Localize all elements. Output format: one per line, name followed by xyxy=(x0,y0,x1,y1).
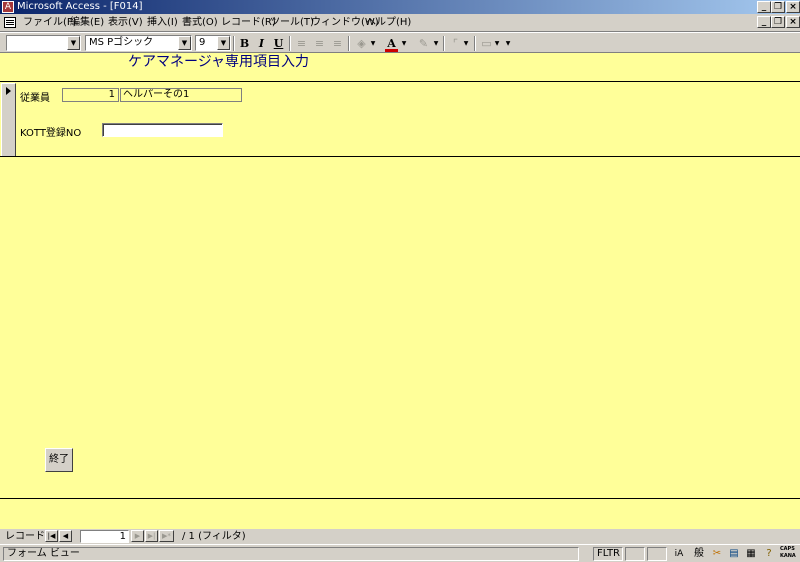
current-record-icon xyxy=(6,87,11,95)
chevron-down-icon[interactable]: ▼ xyxy=(67,36,80,50)
ime-tool-icon[interactable]: ✂ xyxy=(710,547,724,561)
font-name-value: MS Pゴシック xyxy=(89,37,154,48)
form-title: ケアマネージャ専用項目入力 xyxy=(128,54,310,70)
line-color-icon[interactable]: ✎ xyxy=(415,36,432,51)
menu-bar: ファイル(F) 編集(E) 表示(V) 挿入(I) 書式(O) レコード(R) … xyxy=(0,14,800,32)
doc-close-button[interactable]: × xyxy=(786,16,800,28)
chevron-down-icon[interactable]: ▼ xyxy=(369,36,377,51)
toolbar-separator xyxy=(289,36,291,51)
menu-help[interactable]: ヘルプ(H) xyxy=(366,16,411,30)
status-bar: フォーム ビュー FLTR ⅰA 般 ✂ ▤ ▦ ? CAPS KANA xyxy=(0,544,800,562)
ime-toggle-icon[interactable]: ⅰA xyxy=(672,547,686,561)
toolbar-separator xyxy=(443,36,445,51)
align-right-icon[interactable]: ≡ xyxy=(329,36,346,51)
employee-label: 従業員 xyxy=(20,93,50,104)
chevron-down-icon[interactable]: ▼ xyxy=(462,36,470,51)
next-record-button[interactable]: ▶ xyxy=(131,530,144,542)
align-left-icon[interactable]: ≡ xyxy=(293,36,310,51)
font-name-select[interactable]: MS Pゴシック ▼ xyxy=(85,35,192,51)
record-count-text: / 1 (フィルタ) xyxy=(182,531,246,542)
footer-divider xyxy=(0,498,800,499)
header-divider xyxy=(0,81,800,82)
chevron-down-icon[interactable]: ▼ xyxy=(217,36,230,50)
kott-label: KOTT登録NO xyxy=(20,128,82,139)
ime-mode-indicator[interactable]: 般 xyxy=(692,547,706,561)
status-panel-empty xyxy=(625,547,645,561)
menu-format[interactable]: 書式(O) xyxy=(182,16,218,30)
chevron-down-icon[interactable]: ▼ xyxy=(178,36,191,50)
record-nav-label: レコード: xyxy=(5,531,49,542)
kana-indicator: KANA xyxy=(780,553,796,559)
menu-insert[interactable]: 挿入(I) xyxy=(147,16,178,30)
filter-indicator: FLTR xyxy=(593,547,623,561)
menu-file[interactable]: ファイル(F) xyxy=(23,16,77,30)
font-size-select[interactable]: 9 ▼ xyxy=(195,35,231,51)
detail-divider xyxy=(0,156,800,157)
chevron-down-icon[interactable]: ▼ xyxy=(493,36,501,51)
doc-minimize-button[interactable]: _ xyxy=(757,16,771,28)
formatting-toolbar: ▼ MS Pゴシック ▼ 9 ▼ B I U ≡ ≡ ≡ ◈ ▼ A ▼ ✎ ▼… xyxy=(0,32,800,53)
font-color-swatch xyxy=(385,49,398,52)
form-canvas: ケアマネージャ専用項目入力 従業員 1 ヘルパーその1 KOTT登録NO xyxy=(0,53,800,529)
menu-view[interactable]: 表示(V) xyxy=(108,16,143,30)
bold-button[interactable]: B xyxy=(236,36,253,51)
form-document-icon[interactable] xyxy=(4,17,16,28)
previous-record-button[interactable]: ◀ xyxy=(59,530,72,542)
close-button[interactable]: × xyxy=(786,1,800,13)
kott-number-input[interactable] xyxy=(102,123,223,137)
doc-restore-button[interactable]: ❐ xyxy=(771,16,785,28)
employee-name-field[interactable]: ヘルパーその1 xyxy=(120,88,242,102)
menu-tools[interactable]: ツール(T) xyxy=(270,16,314,30)
chevron-down-icon[interactable]: ▼ xyxy=(504,36,512,51)
new-record-button[interactable]: ▶* xyxy=(159,530,174,542)
fill-color-icon[interactable]: ◈ xyxy=(353,36,370,51)
object-select[interactable]: ▼ xyxy=(6,35,81,51)
toolbar-separator xyxy=(233,36,235,51)
access-app-icon[interactable]: A xyxy=(2,1,14,13)
minimize-button[interactable]: _ xyxy=(757,1,771,13)
record-selector[interactable] xyxy=(1,83,16,157)
employee-id-field[interactable]: 1 xyxy=(62,88,119,102)
toolbar-separator xyxy=(474,36,476,51)
italic-button[interactable]: I xyxy=(253,36,270,51)
status-text: フォーム ビュー xyxy=(3,547,579,561)
ime-pad-icon[interactable]: ▤ xyxy=(727,547,741,561)
record-navigation-bar: レコード: |◀ ◀ 1 ▶ ▶| ▶* / 1 (フィルタ) xyxy=(0,529,800,544)
chevron-down-icon[interactable]: ▼ xyxy=(432,36,440,51)
ime-help-icon[interactable]: ? xyxy=(762,547,776,561)
ime-dictionary-icon[interactable]: ▦ xyxy=(744,547,758,561)
font-size-value: 9 xyxy=(199,37,206,48)
restore-button[interactable]: ❐ xyxy=(771,1,785,13)
first-record-button[interactable]: |◀ xyxy=(45,530,58,542)
menu-records[interactable]: レコード(R) xyxy=(221,16,276,30)
current-record-input[interactable]: 1 xyxy=(80,530,129,543)
last-record-button[interactable]: ▶| xyxy=(145,530,158,542)
title-bar: A Microsoft Access - [F014] _ ❐ × xyxy=(0,0,800,14)
chevron-down-icon[interactable]: ▼ xyxy=(400,36,408,51)
status-panel-empty xyxy=(647,547,667,561)
align-center-icon[interactable]: ≡ xyxy=(311,36,328,51)
toolbar-separator xyxy=(348,36,350,51)
menu-edit[interactable]: 編集(E) xyxy=(70,16,104,30)
window-title: Microsoft Access - [F014] xyxy=(17,1,143,12)
exit-button[interactable]: 終了 xyxy=(45,448,73,472)
underline-button[interactable]: U xyxy=(270,36,287,51)
caps-indicator: CAPS xyxy=(780,546,795,552)
